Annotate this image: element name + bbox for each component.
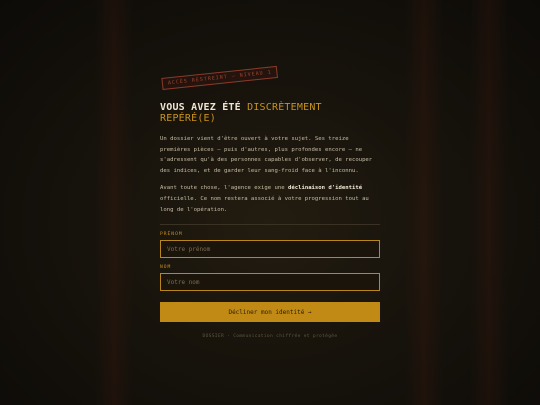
identity-card: Accès restreint — Niveau 1 VOUS AVEZ ÉTÉ… bbox=[160, 65, 380, 340]
firstname-label: Prénom bbox=[160, 232, 183, 238]
access-stamp: Accès restreint — Niveau 1 bbox=[161, 65, 279, 90]
divider bbox=[160, 224, 380, 226]
background-stripe bbox=[405, 0, 443, 405]
identity-text-before: Avant toute chose, l'agence exige une bbox=[160, 185, 288, 192]
footer-note: DOSSIER · Communication chiffrée et prot… bbox=[202, 334, 338, 340]
firstname-input[interactable] bbox=[160, 240, 380, 259]
title-prefix: VOUS AVEZ ÉTÉ bbox=[160, 102, 241, 113]
background-stripe bbox=[470, 0, 508, 405]
identity-text-after: officielle. Ce nom restera associé à vot… bbox=[160, 195, 369, 213]
intro-paragraph: Un dossier vient d'être ouvert à votre s… bbox=[160, 136, 373, 174]
lastname-input[interactable] bbox=[160, 273, 380, 292]
submit-identity-button[interactable]: Décliner mon identité → bbox=[160, 302, 380, 323]
lastname-label: Nom bbox=[160, 265, 172, 271]
identity-paragraph: Avant toute chose, l'agence exige une dé… bbox=[160, 183, 380, 215]
background-stripe bbox=[95, 0, 133, 405]
page-title: VOUS AVEZ ÉTÉ DISCRÈTEMENT REPÉRÉ(E) bbox=[160, 102, 380, 124]
identity-emphasis: déclinaison d'identité bbox=[287, 185, 363, 192]
